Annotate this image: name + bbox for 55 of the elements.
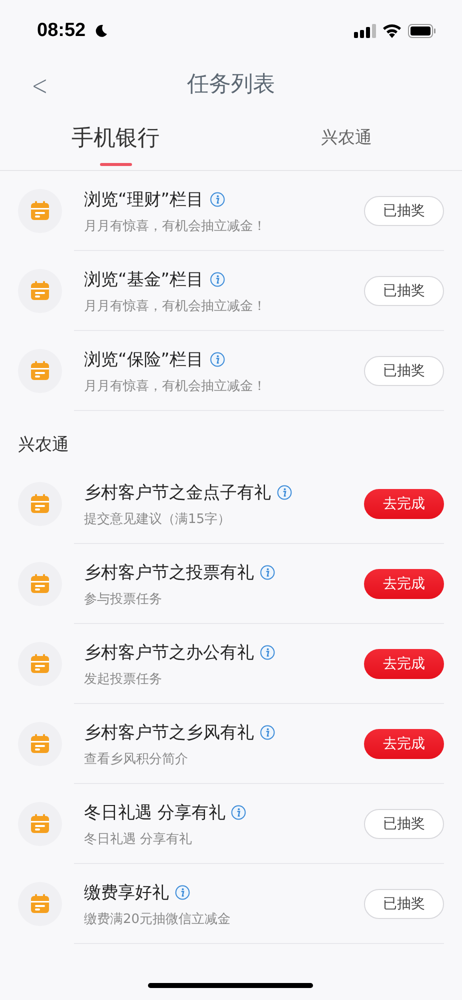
calendar-icon: [18, 722, 62, 766]
task-action-button[interactable]: 已抽奖: [364, 356, 444, 386]
info-icon[interactable]: [260, 724, 275, 740]
info-icon[interactable]: [260, 644, 275, 660]
calendar-icon: [18, 562, 62, 606]
task-action-button[interactable]: 去完成: [364, 569, 444, 599]
task-description: 发起投票任务: [84, 670, 163, 688]
task-description: 冬日礼遇 分享有礼: [84, 830, 194, 848]
task-action-button[interactable]: 已抽奖: [364, 889, 444, 919]
calendar-icon: [18, 882, 62, 926]
task-description: 提交意见建议（满15字）: [84, 510, 232, 528]
task-action-button[interactable]: 去完成: [364, 729, 444, 759]
task-title: 乡村客户节之金点子有礼: [84, 482, 271, 504]
info-icon[interactable]: [210, 272, 225, 286]
task-title: 浏览“理财”栏目: [84, 188, 204, 210]
calendar-icon: [18, 349, 62, 393]
task-action-button[interactable]: 已抽奖: [364, 196, 444, 226]
info-icon[interactable]: [210, 352, 225, 366]
info-icon[interactable]: [175, 884, 190, 900]
task-description: 月月有惊喜，有机会抽立减金！: [84, 218, 267, 234]
task-action-button[interactable]: 去完成: [364, 649, 444, 679]
calendar-icon: [18, 189, 62, 233]
status-time: 08:52: [37, 20, 86, 42]
task-title: 浏览“保险”栏目: [84, 348, 204, 370]
info-icon[interactable]: [231, 804, 246, 820]
task-action-button[interactable]: 已抽奖: [364, 276, 444, 306]
section-heading: 兴农通: [17, 434, 70, 457]
task-title: 缴费享好礼: [84, 882, 169, 904]
battery-icon: [408, 24, 436, 38]
info-icon[interactable]: [210, 192, 225, 206]
task-title: 乡村客户节之办公有礼: [84, 642, 254, 664]
calendar-icon: [18, 269, 62, 313]
info-icon[interactable]: [277, 484, 292, 500]
task-action-button[interactable]: 已抽奖: [364, 809, 444, 839]
task-description: 缴费满20元抽微信立减金: [84, 910, 232, 928]
tab[interactable]: 手机银行: [0, 110, 231, 170]
calendar-icon: [18, 802, 62, 846]
task-description: 参与投票任务: [84, 590, 163, 608]
task-title: 乡村客户节之投票有礼: [84, 562, 254, 584]
page-title: 任务列表: [187, 71, 275, 99]
calendar-icon: [18, 642, 62, 686]
task-description: 月月有惊喜，有机会抽立减金！: [84, 378, 267, 394]
wifi-icon: [382, 24, 402, 38]
signal-icon: [354, 24, 376, 38]
task-title: 冬日礼遇 分享有礼: [84, 802, 226, 824]
task-title: 乡村客户节之乡风有礼: [84, 722, 254, 744]
info-icon[interactable]: [260, 564, 275, 580]
task-description: 查看乡风积分简介: [84, 750, 189, 768]
moon-icon: [94, 24, 108, 38]
task-action-button[interactable]: 去完成: [364, 489, 444, 519]
tab[interactable]: 兴农通: [231, 110, 462, 170]
back-button[interactable]: <: [27, 68, 52, 103]
calendar-icon: [18, 482, 62, 526]
task-title: 浏览“基金”栏目: [84, 268, 204, 290]
task-description: 月月有惊喜，有机会抽立减金！: [84, 298, 267, 314]
